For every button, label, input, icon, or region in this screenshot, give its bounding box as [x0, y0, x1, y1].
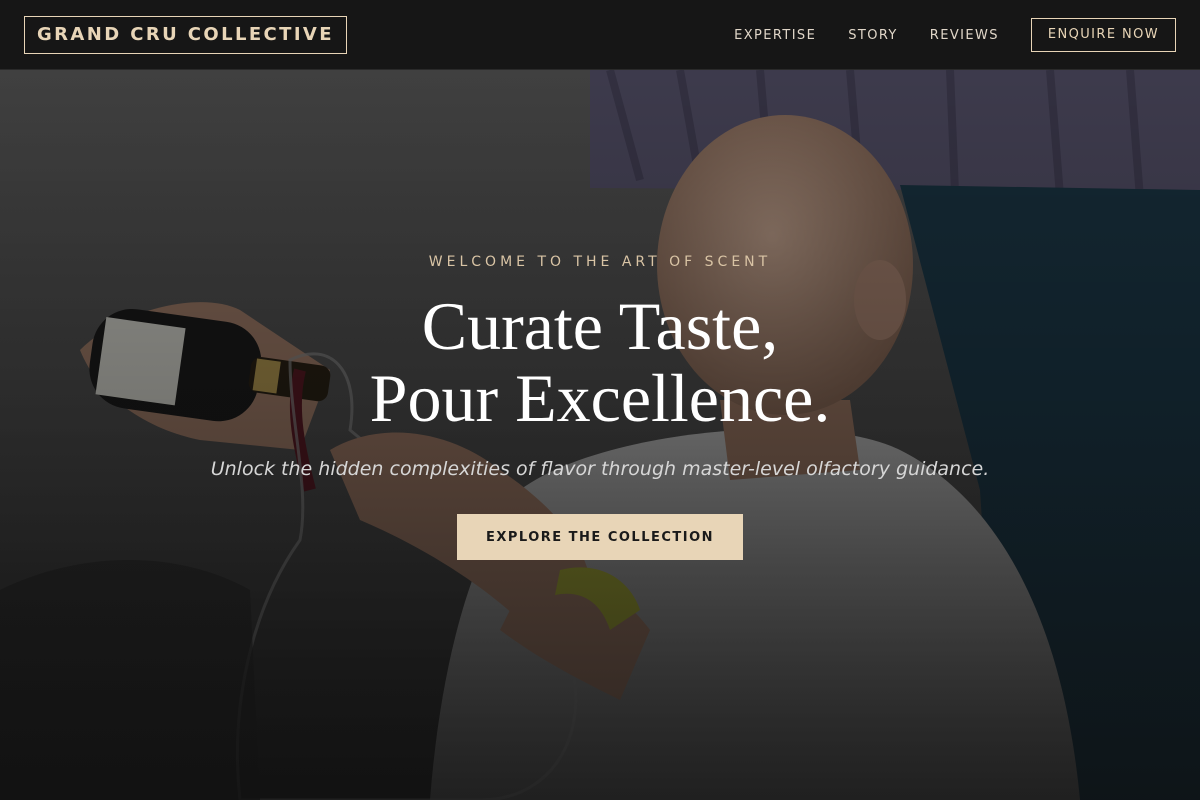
hero-eyebrow: WELCOME TO THE ART OF SCENT — [428, 254, 772, 270]
hero-headline: Curate Taste, Pour Excellence. — [0, 290, 1200, 434]
enquire-now-button[interactable]: ENQUIRE NOW — [1030, 18, 1176, 52]
hero-subheadline: Unlock the hidden complexities of flavor… — [210, 458, 990, 480]
hero-headline-line-2: Pour Excellence. — [369, 360, 831, 436]
site-header: GRAND CRU COLLECTIVE EXPERTISE STORY REV… — [0, 0, 1200, 70]
explore-collection-button[interactable]: EXPLORE THE COLLECTION — [457, 514, 743, 560]
hero-headline-line-1: Curate Taste, — [421, 288, 779, 364]
nav-link-reviews[interactable]: REVIEWS — [930, 28, 999, 43]
brand-logo[interactable]: GRAND CRU COLLECTIVE — [24, 16, 347, 54]
nav-link-story[interactable]: STORY — [848, 28, 898, 43]
nav-link-expertise[interactable]: EXPERTISE — [734, 28, 816, 43]
main-nav: EXPERTISE STORY REVIEWS ENQUIRE NOW — [734, 18, 1176, 52]
